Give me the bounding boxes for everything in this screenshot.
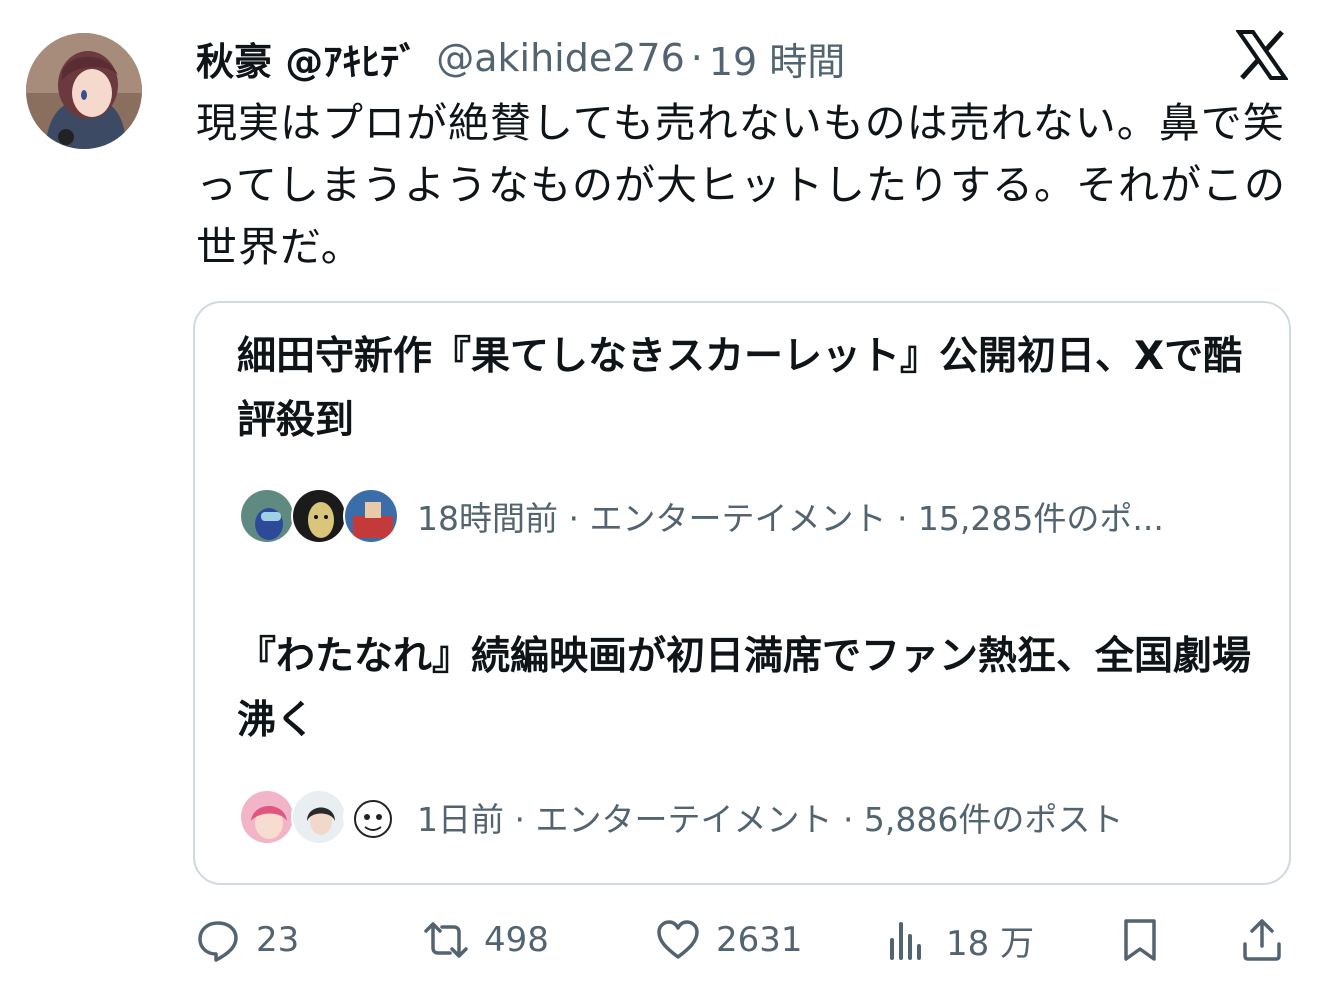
trend-meta-row: 18時間前 · エンターテイメント · 15,285件のポ... bbox=[239, 486, 1164, 546]
trend-avatar bbox=[291, 488, 347, 544]
separator-dot: · bbox=[690, 36, 703, 80]
trends-card: 細田守新作『果てしなきスカーレット』公開初日、Xで酷評殺到 18時間前 · エン… bbox=[193, 301, 1291, 885]
reply-count: 23 bbox=[256, 920, 300, 960]
trend-avatars bbox=[239, 787, 399, 847]
views-icon bbox=[890, 922, 921, 960]
bookmark-button[interactable] bbox=[1118, 905, 1162, 975]
trend-avatar bbox=[239, 488, 295, 544]
retweet-count: 498 bbox=[484, 920, 549, 960]
trend-meta-text: 18時間前 · エンターテイメント · 15,285件のポ... bbox=[417, 499, 1164, 538]
tweet-timestamp[interactable]: 19 時間 bbox=[709, 31, 845, 86]
user-handle[interactable]: @akihide276 bbox=[436, 36, 685, 80]
trend-avatar bbox=[239, 789, 295, 845]
like-button[interactable]: 2631 bbox=[656, 905, 803, 975]
heart-icon bbox=[657, 920, 699, 959]
views-button[interactable]: 18 万 bbox=[886, 905, 1034, 975]
trend-avatar bbox=[343, 488, 399, 544]
share-button[interactable] bbox=[1240, 905, 1284, 975]
retweet-icon bbox=[424, 922, 468, 958]
trend-title[interactable]: 『わたなれ』続編映画が初日満席でファン熱狂、全国劇場沸く bbox=[237, 625, 1257, 753]
tweet-body-text: 現実はプロが絶賛しても売れないものは売れない。鼻で笑ってしまうようなものが大ヒッ… bbox=[196, 99, 1286, 271]
reply-button[interactable]: 23 bbox=[196, 905, 299, 975]
trend-avatar bbox=[343, 789, 399, 845]
trend-avatars bbox=[239, 486, 399, 546]
bookmark-icon bbox=[1124, 919, 1156, 961]
trend-avatar bbox=[291, 789, 347, 845]
trend-meta-text: 1日前 · エンターテイメント · 5,886件のポスト bbox=[417, 800, 1124, 839]
reply-icon bbox=[198, 921, 238, 962]
x-logo-icon[interactable] bbox=[1235, 30, 1289, 80]
share-icon bbox=[1243, 919, 1281, 961]
trend-title[interactable]: 細田守新作『果てしなきスカーレット』公開初日、Xで酷評殺到 bbox=[237, 325, 1257, 453]
trend-meta-row: 1日前 · エンターテイメント · 5,886件のポスト bbox=[239, 787, 1123, 847]
tweet-header: 秋豪 @ｱｷﾋﾃﾞ @akihide276 · 19 時間 bbox=[196, 30, 845, 86]
display-name[interactable]: 秋豪 @ｱｷﾋﾃﾞ bbox=[196, 31, 418, 86]
views-count: 18 万 bbox=[946, 923, 1035, 964]
tweet-action-bar: 23 498 2631 18 万 bbox=[0, 905, 1320, 975]
like-count: 2631 bbox=[716, 920, 803, 960]
retweet-button[interactable]: 498 bbox=[424, 905, 549, 975]
avatar[interactable] bbox=[26, 33, 142, 149]
